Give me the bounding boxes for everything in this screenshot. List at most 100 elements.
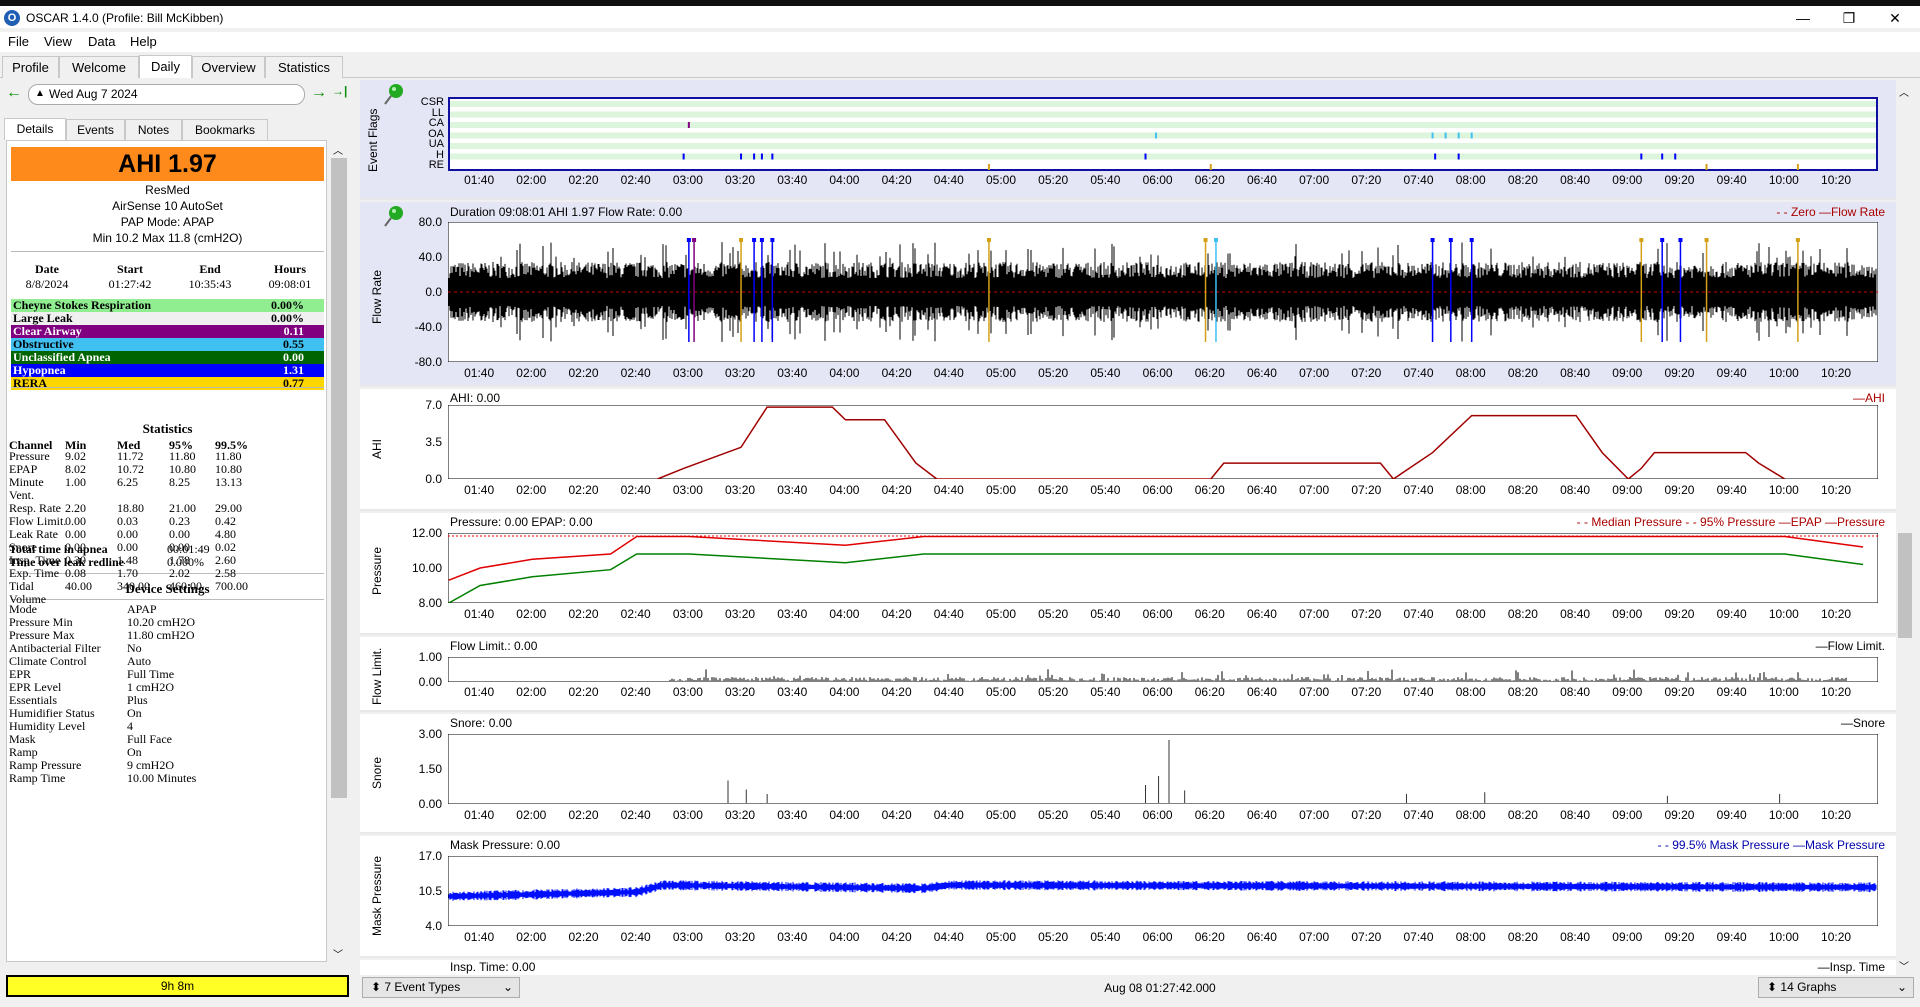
pap-mode: PAP Mode: APAP [120,215,215,229]
x-tick-label: 07:20 [1351,607,1382,621]
calendar-toggle-icon[interactable]: ▲ [35,84,45,103]
subtab-notes[interactable]: Notes [125,119,182,140]
graphs-dropdown[interactable]: ⬍ 14 Graphs ⌄ [1758,977,1914,998]
session-header-start: Start [117,262,143,276]
x-tick-label: 04:40 [933,930,964,944]
x-tick-label: 09:40 [1716,930,1747,944]
last-day-button[interactable]: →| [332,84,347,98]
event-marker-head [1795,238,1800,242]
subtab-bookmarks[interactable]: Bookmarks [182,119,268,140]
x-tick-label: 07:20 [1351,808,1382,822]
prev-day-button[interactable]: ← [6,84,22,102]
x-tick-label: 06:00 [1142,483,1173,497]
x-tick-label: 06:00 [1142,173,1173,187]
minimize-button[interactable]: — [1780,6,1826,30]
menu-file[interactable]: File [8,34,29,49]
session-header-date: Date [35,262,59,276]
x-tick-label: 08:40 [1560,366,1591,380]
x-tick-label: 07:20 [1351,366,1382,380]
x-tick-label: 02:20 [568,173,599,187]
pressure-ylabel: Pressure [370,546,384,595]
menu-data[interactable]: Data [88,34,115,49]
x-tick-label: 09:00 [1612,685,1643,699]
app-icon: O [4,10,20,26]
close-button[interactable]: ✕ [1872,6,1918,30]
date-picker[interactable]: ▲ Wed Aug 7 2024 [28,84,305,105]
ahi-graph[interactable]: AHI: 0.00 —AHI AHI 7.0 3.5 0.0 01:40 02:00 0… [360,389,1905,511]
x-tick-label: 10:20 [1821,366,1852,380]
x-tick-label: 02:20 [568,483,599,497]
x-tick-label: 09:40 [1716,685,1747,699]
x-tick-label: 10:00 [1768,173,1799,187]
x-tick-label: 02:20 [568,366,599,380]
y-tick-label: 3.00 [418,727,442,741]
x-tick-label: 03:20 [725,930,756,944]
flag-row-band [450,101,1876,107]
x-tick-label: 05:20 [1038,930,1069,944]
maximize-button[interactable]: ❐ [1826,6,1872,30]
subtab-details[interactable]: Details [4,118,66,140]
x-tick-label: 08:00 [1455,808,1486,822]
event-types-dropdown[interactable]: ⬍ 7 Event Types ⌄ [362,977,520,998]
snore-title: Snore: 0.00 [450,716,513,730]
chevron-down-icon: ⌄ [502,980,513,994]
insp-time-graph[interactable]: Insp. Time: 0.00 —Insp. Time [360,960,1905,975]
tab-welcome[interactable]: Welcome [59,56,139,78]
menu-view[interactable]: View [44,34,72,49]
x-tick-label: 07:00 [1299,366,1330,380]
x-tick-label: 03:40 [777,930,808,944]
x-tick-label: 02:00 [516,173,547,187]
snore-graph[interactable]: Snore: 0.00 —Snore Snore 3.00 1.50 0.00 01… [360,714,1905,834]
tab-profile[interactable]: Profile [2,56,59,78]
menu-help[interactable]: Help [130,34,157,49]
tab-overview[interactable]: Overview [192,56,265,78]
session-date: 8/8/2024 [25,277,69,291]
x-tick-label: 04:00 [829,173,860,187]
x-tick-label: 03:40 [777,173,808,187]
event-marker-head [1639,238,1644,242]
event-row[interactable]: RERA 0.77 [11,377,324,390]
x-tick-label: 08:00 [1455,685,1486,699]
event-row[interactable]: Hypopnea 1.31 [11,364,324,377]
graph-scroll-thumb[interactable] [1898,533,1912,638]
scroll-down-icon[interactable]: ﹀ [333,946,343,961]
flow-limit-graph[interactable]: Flow Limit.: 0.00 —Flow Limit. Flow Limi… [360,637,1905,712]
ahi-legend: —AHI [1852,391,1885,405]
x-tick-label: 09:00 [1612,808,1643,822]
y-tick-label: 80.0 [418,215,442,229]
event-marker-head [1448,238,1453,242]
flow-rate-graph[interactable]: Duration 09:08:01 AHI 1.97 Flow Rate: 0.… [360,202,1905,387]
event-label: Hypopnea [13,363,66,377]
scroll-up-icon[interactable]: ︿ [1899,84,1909,99]
x-tick-label: 04:00 [829,685,860,699]
x-tick-label: 08:20 [1507,808,1538,822]
x-tick-label: 03:20 [725,483,756,497]
x-tick-label: 08:40 [1560,808,1591,822]
session-hours: 09:08:01 [268,277,312,291]
x-tick-label: 09:00 [1612,483,1643,497]
event-types-value: 7 Event Types [384,980,461,994]
x-tick-label: 02:00 [516,483,547,497]
setting-value: 10.00 Minutes [127,771,197,785]
pressure-legend: - - Median Pressure - - 95% Pressure —EP… [1576,515,1885,529]
subtab-events[interactable]: Events [66,119,125,140]
scroll-down-icon[interactable]: ﹀ [1899,958,1909,973]
details-scroll-thumb[interactable] [331,158,347,798]
mask-pressure-graph[interactable]: Mask Pressure: 0.00 - - 99.5% Mask Press… [360,836,1905,958]
flow-rate-plot [448,222,1878,362]
scroll-up-icon[interactable]: ︿ [333,142,343,157]
pressure-graph[interactable]: Pressure: 0.00 EPAP: 0.00 - - Median Pre… [360,513,1905,635]
event-marker-head [986,238,991,242]
x-tick-label: 04:40 [933,173,964,187]
graph-scrollbar[interactable] [1896,80,1914,975]
event-flags-graph[interactable]: Event Flags CSR LL CA OA UA H RE 01:40 02:00 02:… [360,80,1905,200]
y-tick-label: 0.0 [425,285,442,299]
plot-frame [448,405,1878,479]
next-day-button[interactable]: → [311,84,327,102]
tab-daily[interactable]: Daily [139,55,192,78]
tab-statistics[interactable]: Statistics [265,56,343,78]
pin-icon[interactable] [382,82,406,106]
y-tick-label: 10.5 [418,884,442,898]
stats-cell: 40.00 [65,579,92,593]
x-tick-label: 02:20 [568,808,599,822]
